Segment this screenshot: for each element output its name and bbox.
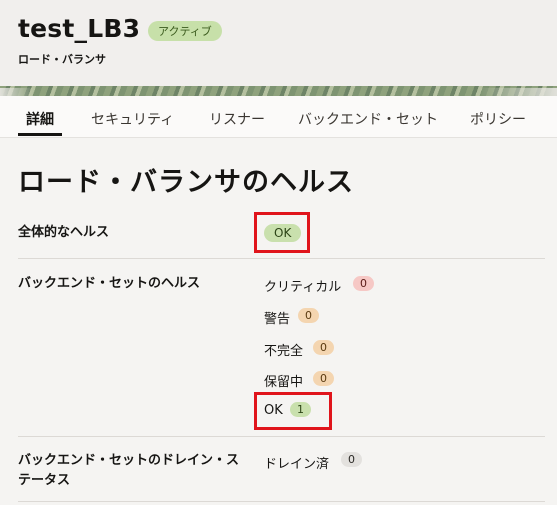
tab-policies[interactable]: ポリシー bbox=[470, 109, 526, 129]
backend-set-health-label: バックエンド・セットのヘルス bbox=[18, 276, 201, 291]
drain-status-label-line1: バックエンド・セットのドレイン・ス bbox=[18, 453, 240, 468]
drain-status-label-line2: テータス bbox=[18, 473, 71, 488]
critical-label: クリティカル bbox=[264, 280, 342, 295]
incomplete-label: 不完全 bbox=[264, 344, 304, 359]
tab-security[interactable]: セキュリティ bbox=[91, 109, 174, 129]
critical-count-badge[interactable]: 0 bbox=[353, 276, 374, 291]
resource-type-label: ロード・バランサ bbox=[18, 53, 106, 66]
tab-backend-sets[interactable]: バックエンド・セット bbox=[298, 109, 438, 129]
row-divider bbox=[18, 436, 545, 437]
health-section-title: ロード・バランサのヘルス bbox=[18, 167, 354, 198]
drained-count-badge[interactable]: 0 bbox=[341, 452, 362, 467]
incomplete-count-badge[interactable]: 0 bbox=[313, 340, 334, 355]
tab-listeners[interactable]: リスナー bbox=[209, 109, 265, 129]
overall-health-label: 全体的なヘルス bbox=[18, 225, 110, 240]
header-banner-fade bbox=[0, 88, 557, 96]
tab-details[interactable]: 詳細 bbox=[26, 109, 54, 129]
drained-label: ドレイン済 bbox=[264, 457, 330, 472]
pending-label: 保留中 bbox=[264, 375, 304, 390]
row-divider bbox=[18, 258, 545, 259]
row-divider bbox=[18, 501, 545, 502]
status-badge: アクティブ bbox=[148, 21, 222, 41]
highlight-box-overall bbox=[254, 212, 310, 253]
page-header: test_LB3 アクティブ ロード・バランサ bbox=[0, 0, 557, 88]
page-title: test_LB3 bbox=[18, 14, 141, 43]
warning-count-badge[interactable]: 0 bbox=[298, 308, 319, 323]
tab-bar: 詳細 セキュリティ リスナー バックエンド・セット ポリシー bbox=[0, 96, 557, 138]
warning-label: 警告 bbox=[264, 312, 291, 327]
active-tab-indicator bbox=[18, 133, 62, 136]
pending-count-badge[interactable]: 0 bbox=[313, 371, 334, 386]
highlight-box-ok bbox=[254, 392, 332, 430]
drain-status-label: バックエンド・セットのドレイン・ス テータス bbox=[18, 451, 239, 491]
